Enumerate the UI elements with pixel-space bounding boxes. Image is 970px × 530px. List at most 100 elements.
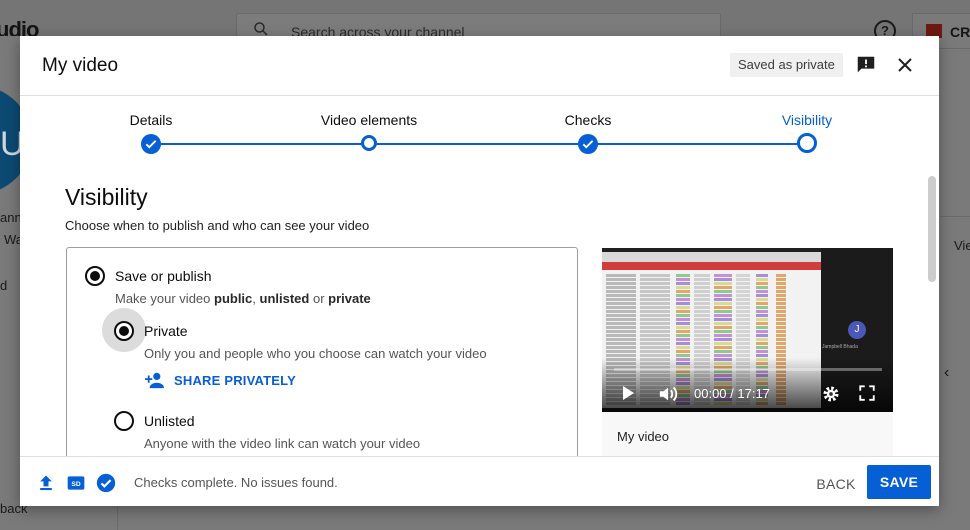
- save-or-publish-label[interactable]: Save or publish: [115, 268, 212, 284]
- thumbnail-row-cell: [714, 342, 732, 345]
- thumbnail-row-cell: [676, 310, 690, 313]
- thumbnail-row-cell: [676, 286, 690, 289]
- thumbnail-row-cell: [736, 334, 750, 337]
- step-checks-dot[interactable]: [578, 134, 598, 154]
- save-button[interactable]: SAVE: [867, 465, 931, 499]
- thumbnail-row-cell: [640, 290, 670, 293]
- thumbnail-row-cell: [640, 354, 670, 357]
- upload-icon[interactable]: [36, 473, 56, 493]
- thumbnail-row-cell: [756, 278, 768, 281]
- private-radio[interactable]: [114, 321, 134, 341]
- thumbnail-row-cell: [736, 298, 750, 301]
- step-visibility-dot[interactable]: [797, 133, 817, 153]
- thumbnail-row-cell: [640, 318, 670, 321]
- desc-private: private: [328, 291, 371, 306]
- thumbnail-row-cell: [776, 346, 786, 349]
- thumbnail-row-cell: [606, 318, 636, 321]
- content-scrollbar[interactable]: [928, 176, 936, 282]
- thumbnail-row-cell: [776, 290, 786, 293]
- share-privately-label: SHARE PRIVATELY: [174, 372, 296, 388]
- thumbnail-row-cell: [736, 314, 750, 317]
- unlisted-radio[interactable]: [114, 411, 134, 431]
- thumbnail-row-cell: [776, 278, 786, 281]
- thumbnail-row-cell: [606, 278, 636, 281]
- private-option-desc: Only you and people who you choose can w…: [144, 346, 487, 361]
- step-details-label[interactable]: Details: [130, 112, 173, 128]
- thumbnail-row-cell: [694, 318, 710, 321]
- step-details-dot[interactable]: [141, 134, 161, 154]
- thumbnail-row-cell: [640, 302, 670, 305]
- background-right-text: Vie: [954, 238, 970, 253]
- thumbnail-row-cell: [694, 346, 710, 349]
- step-video-elements-dot[interactable]: [361, 135, 377, 151]
- thumbnail-row-cell: [640, 282, 670, 285]
- thumbnail-row-cell: [606, 346, 636, 349]
- thumbnail-row-cell: [676, 290, 690, 293]
- private-option-label[interactable]: Private: [144, 323, 188, 339]
- fullscreen-icon[interactable]: [858, 384, 876, 402]
- thumbnail-row-cell: [714, 322, 732, 325]
- thumbnail-row-cell: [714, 306, 732, 309]
- video-participant-avatar: J: [848, 321, 866, 339]
- thumbnail-row-cell: [694, 278, 710, 281]
- video-progress-bar[interactable]: [614, 368, 882, 371]
- chevron-left-icon: ‹: [944, 364, 950, 381]
- thumbnail-row-cell: [736, 350, 750, 353]
- step-visibility-label[interactable]: Visibility: [782, 112, 832, 128]
- thumbnail-row-cell: [676, 342, 690, 345]
- step-video-elements-label[interactable]: Video elements: [321, 112, 417, 128]
- thumbnail-row-cell: [606, 314, 636, 317]
- feedback-icon[interactable]: [855, 54, 877, 76]
- add-person-icon: [145, 372, 164, 389]
- check-icon: [582, 140, 594, 149]
- share-privately-button[interactable]: SHARE PRIVATELY: [144, 369, 296, 391]
- thumbnail-row-cell: [676, 274, 690, 277]
- thumbnail-row-cell: [776, 350, 786, 353]
- thumbnail-row-cell: [640, 346, 670, 349]
- thumbnail-row-cell: [606, 354, 636, 357]
- thumbnail-row-cell: [676, 334, 690, 337]
- thumbnail-row-cell: [606, 334, 636, 337]
- thumbnail-row-cell: [714, 274, 732, 277]
- thumbnail-row-cell: [714, 334, 732, 337]
- dialog-title: My video: [42, 55, 119, 76]
- video-player[interactable]: J Jampbell Bhada 00:00 / 17:17: [602, 248, 893, 412]
- thumbnail-row-cell: [776, 306, 786, 309]
- create-label: CR: [950, 24, 970, 40]
- check-circle-icon[interactable]: [96, 473, 116, 493]
- thumbnail-row-cell: [776, 298, 786, 301]
- sidebar-channel-name: ann: [0, 210, 22, 225]
- thumbnail-row-cell: [714, 298, 732, 301]
- back-button[interactable]: BACK: [808, 467, 864, 501]
- thumbnail-row-cell: [640, 278, 670, 281]
- thumbnail-row-cell: [640, 338, 670, 341]
- thumbnail-row-cell: [694, 290, 710, 293]
- thumbnail-row-cell: [606, 298, 636, 301]
- desc-public: public: [214, 291, 253, 306]
- close-icon[interactable]: [896, 56, 914, 74]
- thumbnail-row-cell: [756, 354, 768, 357]
- thumbnail-row-cell: [776, 282, 786, 285]
- thumbnail-row-cell: [606, 282, 636, 285]
- thumbnail-row-cell: [640, 274, 670, 277]
- desc-unlisted: unlisted: [259, 291, 310, 306]
- thumbnail-row-cell: [756, 298, 768, 301]
- thumbnail-row-cell: [606, 330, 636, 333]
- thumbnail-row-cell: [756, 346, 768, 349]
- save-or-publish-radio[interactable]: [85, 266, 105, 286]
- thumbnail-row-cell: [676, 302, 690, 305]
- thumbnail-row-cell: [606, 302, 636, 305]
- volume-icon[interactable]: [658, 384, 680, 404]
- subtitles-icon[interactable]: SD: [66, 473, 86, 493]
- svg-text:SD: SD: [71, 481, 80, 488]
- settings-icon[interactable]: [821, 384, 841, 404]
- thumbnail-row-cell: [714, 286, 732, 289]
- unlisted-option-label[interactable]: Unlisted: [144, 413, 195, 429]
- dialog-header: My video Saved as private: [20, 36, 939, 96]
- play-icon[interactable]: [620, 384, 636, 402]
- thumbnail-row-cell: [640, 342, 670, 345]
- thumbnail-row-cell: [756, 302, 768, 305]
- thumbnail-row-cell: [736, 274, 750, 277]
- thumbnail-row-cell: [694, 282, 710, 285]
- step-checks-label[interactable]: Checks: [565, 112, 612, 128]
